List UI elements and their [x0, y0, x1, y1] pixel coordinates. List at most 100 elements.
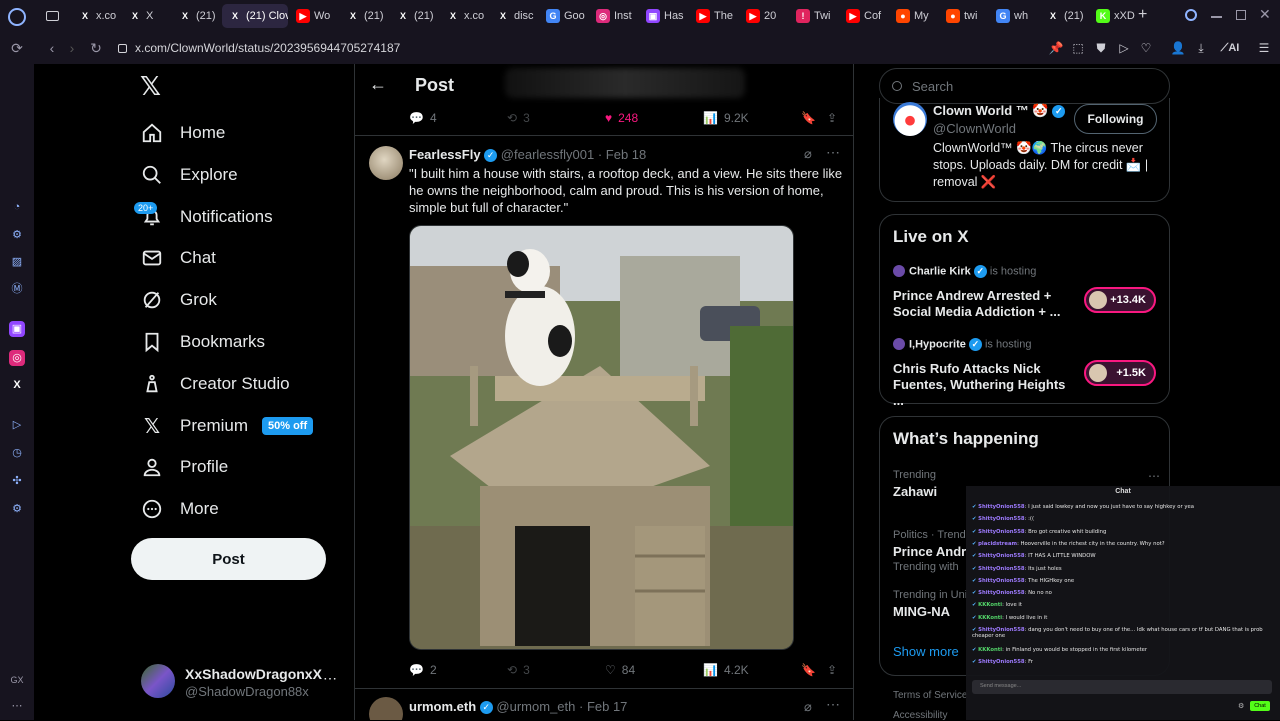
opera-gx-logo-icon[interactable] — [8, 8, 26, 26]
browser-tab[interactable]: ● My — [890, 4, 938, 28]
bookmark-post-icon[interactable]: 🔖 — [801, 663, 816, 677]
back-arrow-icon[interactable]: ← — [369, 74, 389, 94]
browser-tab[interactable]: G Goo — [540, 4, 588, 28]
author-handle[interactable]: @fearlessfly001 — [501, 147, 594, 162]
browser-tab[interactable]: Xdisc — [490, 4, 538, 28]
profile-icon[interactable]: 👤 — [1170, 40, 1186, 56]
bookmark-post-icon[interactable]: 🔖 — [801, 111, 816, 125]
menu-icon[interactable]: ☰ — [1256, 40, 1272, 56]
maximize-icon[interactable] — [1236, 10, 1246, 20]
back-icon[interactable]: ‹ — [44, 40, 60, 56]
grok-analyze-icon[interactable]: ⌀ — [804, 146, 812, 162]
author-avatar[interactable] — [369, 146, 403, 180]
nav-notifications[interactable]: 20+ Notifications — [134, 201, 273, 233]
gx-corner-icon[interactable]: ▨ — [9, 254, 25, 270]
like-button[interactable]: ♥ 248 — [605, 111, 638, 125]
grok-analyze-icon[interactable]: ⌀ — [804, 699, 812, 715]
post-more-icon[interactable]: ⋯ — [826, 696, 840, 713]
live-item[interactable]: Charlie Kirk ✓ is hosting Prince Andrew … — [893, 265, 1158, 329]
footer-terms-link[interactable]: Terms of Service — [893, 690, 967, 701]
gx-control-icon[interactable]: ⚙ — [9, 227, 25, 243]
browser-tab[interactable]: Xx.co — [440, 4, 488, 28]
player-sidebar-icon[interactable]: ▷ — [9, 417, 25, 433]
search-input[interactable]: Search — [912, 79, 953, 94]
browser-tab[interactable]: ▣ Has — [640, 4, 688, 28]
chat-settings-icon[interactable]: ⚙ — [1238, 702, 1244, 710]
extensions-icon[interactable]: ✣ — [9, 473, 25, 489]
browser-tab[interactable]: X (21) — [172, 4, 220, 28]
instagram-icon[interactable]: ◎ — [9, 350, 25, 366]
post-image[interactable] — [409, 225, 794, 650]
chat-input[interactable]: Send message... — [972, 680, 1272, 694]
nav-more[interactable]: More — [140, 493, 219, 525]
browser-tab[interactable]: ▶ 20 — [740, 4, 788, 28]
nav-grok[interactable]: Grok — [140, 284, 217, 316]
browser-tab[interactable]: ◎ Inst — [590, 4, 638, 28]
browser-tab[interactable]: ▶ The — [690, 4, 738, 28]
reload-sidebar-icon[interactable]: ⟳ — [9, 40, 25, 56]
pin-icon[interactable]: 📌 — [1048, 40, 1064, 56]
browser-tab[interactable]: Xx.co — [72, 4, 120, 28]
profile-handle[interactable]: @ClownWorld — [933, 121, 1016, 136]
browser-tab[interactable]: ▶ Cof — [840, 4, 888, 28]
account-switcher[interactable]: XxShadowDragonxX @ShadowDragon88x ⋯ — [141, 664, 341, 700]
shield-icon[interactable]: ⛊ — [1093, 40, 1109, 56]
repost-button[interactable]: ⟲ 3 — [507, 111, 530, 125]
browser-tab[interactable]: XX — [122, 4, 170, 28]
like-button[interactable]: ♡ 84 — [605, 663, 635, 677]
snapshot-icon[interactable]: ⬚ — [1070, 40, 1086, 56]
browser-tab[interactable]: ! Twi — [790, 4, 838, 28]
chat-send-button[interactable]: Chat — [1250, 701, 1270, 711]
browser-tab[interactable]: Gwh — [990, 4, 1038, 28]
nav-profile[interactable]: Profile — [140, 451, 228, 483]
browser-tab[interactable]: X (21) — [390, 4, 438, 28]
browser-tab[interactable]: ● twi — [940, 4, 988, 28]
profile-name[interactable]: Clown World ™ 🤡 ✓ — [933, 103, 1066, 119]
post-date[interactable]: · Feb 17 — [579, 699, 627, 714]
ai-button[interactable]: ⟋AI — [1216, 40, 1244, 56]
settings-icon[interactable]: ⚙ — [9, 501, 25, 517]
live-item[interactable]: I,Hypocrite ✓ is hosting Chris Rufo Atta… — [893, 338, 1158, 408]
nav-bookmarks[interactable]: Bookmarks — [140, 326, 265, 358]
more-sidebar-icon[interactable]: ⋯ — [9, 698, 25, 714]
clown-avatar[interactable] — [893, 102, 927, 136]
url-field[interactable]: x.com/ClownWorld/status/2023956944705274… — [110, 36, 1045, 60]
live-listener-pill[interactable]: +1.5K — [1084, 360, 1156, 386]
reply-button[interactable]: 💬 2 — [409, 663, 437, 677]
minimize-icon[interactable] — [1211, 16, 1222, 18]
history-icon[interactable]: ◷ — [9, 445, 25, 461]
post-more-icon[interactable]: ⋯ — [826, 144, 840, 161]
close-window-icon[interactable]: ✕ — [1259, 6, 1271, 23]
reply-button[interactable]: 💬 4 — [409, 111, 437, 125]
author-name[interactable]: FearlessFly — [409, 147, 481, 162]
twitch-icon[interactable]: ▣ — [9, 321, 25, 337]
trend-more-icon[interactable]: ⋯ — [1148, 469, 1160, 483]
author-name[interactable]: urmom.eth — [409, 699, 476, 714]
x-sidebar-icon[interactable]: X — [9, 377, 25, 393]
footer-accessibility-link[interactable]: Accessibility — [893, 710, 947, 721]
share-icon[interactable]: ⇪ — [827, 111, 837, 125]
nav-creator-studio[interactable]: Creator Studio — [140, 368, 290, 400]
repost-button[interactable]: ⟲ 3 — [507, 663, 530, 677]
nav-premium[interactable]: 𝕏 Premium 50% off — [140, 410, 314, 442]
aria-icon[interactable]: ◔ — [9, 199, 25, 215]
nav-home[interactable]: Home — [140, 117, 225, 149]
search-tabs-icon[interactable] — [1185, 9, 1197, 21]
following-button[interactable]: Following — [1074, 104, 1157, 134]
browser-tab[interactable]: X (21) — [340, 4, 388, 28]
forward-icon[interactable]: › — [64, 40, 80, 56]
reload-icon[interactable]: ↻ — [88, 40, 104, 56]
browser-tab[interactable]: KxXD — [1090, 4, 1138, 28]
views-button[interactable]: 📊 4.2K — [703, 663, 749, 677]
author-avatar[interactable] — [369, 697, 403, 720]
new-tab-button[interactable]: + — [1138, 6, 1152, 26]
views-button[interactable]: 📊 9.2K — [703, 111, 749, 125]
workspace-icon[interactable] — [46, 11, 59, 21]
post-date[interactable]: · Feb 18 — [598, 147, 646, 162]
browser-tab[interactable]: X (21) Clov — [222, 4, 288, 28]
messenger-icon[interactable]: Ⓜ — [9, 281, 25, 297]
show-more-link[interactable]: Show more — [893, 644, 959, 659]
browser-tab[interactable]: X (21) — [1040, 4, 1088, 28]
player-icon[interactable]: ▷ — [1116, 40, 1132, 56]
share-icon[interactable]: ⇪ — [827, 663, 837, 677]
